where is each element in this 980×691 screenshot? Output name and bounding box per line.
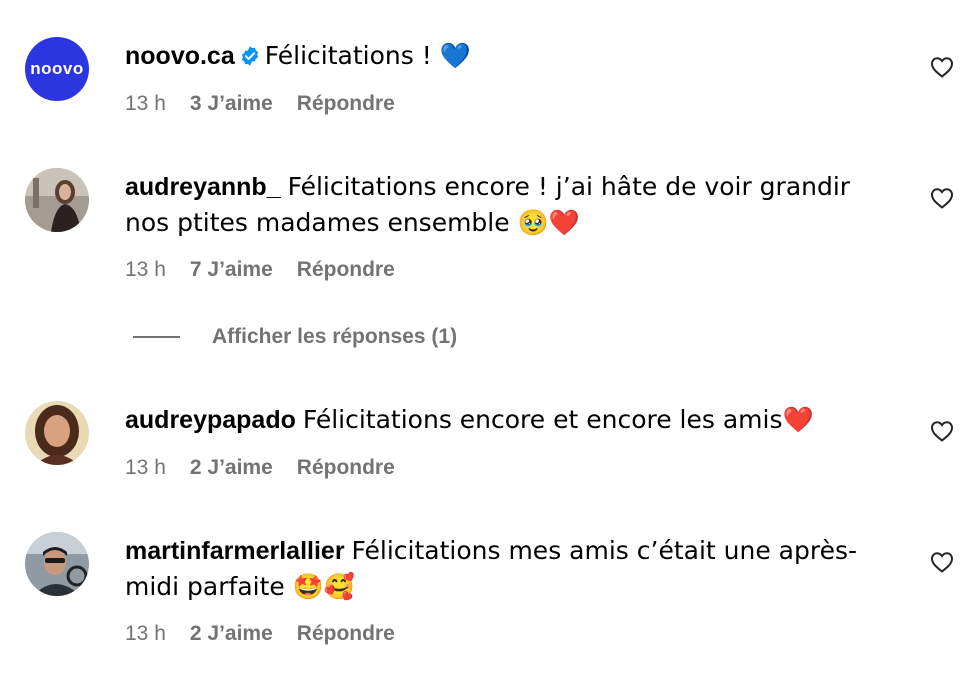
comment-body: audreypapado Félicitations encore et enc… (125, 402, 885, 438)
comment-meta: 13 h 2 J’aime Répondre (125, 456, 395, 480)
comment-time[interactable]: 13 h (125, 622, 166, 646)
reply-button[interactable]: Répondre (297, 258, 395, 282)
comment-text: Félicitations ! 💙 (264, 41, 471, 70)
reply-button[interactable]: Répondre (297, 456, 395, 480)
comment-likes[interactable]: 3 J’aime (190, 92, 273, 116)
comment-time[interactable]: 13 h (125, 92, 166, 116)
comment-body: audreyannb_ Félicitations encore ! j’ai … (125, 169, 885, 241)
comment-username[interactable]: audreypapado (125, 406, 296, 434)
comment-meta: 13 h 3 J’aime Répondre (125, 92, 395, 116)
comment-meta: 13 h 7 J’aime Répondre (125, 258, 395, 282)
heart-outline-icon[interactable] (930, 56, 956, 80)
comment-time[interactable]: 13 h (125, 258, 166, 282)
reply-button[interactable]: Répondre (297, 92, 395, 116)
comment-likes[interactable]: 7 J’aime (190, 258, 273, 282)
heart-outline-icon[interactable] (930, 420, 956, 444)
comment-likes[interactable]: 2 J’aime (190, 622, 273, 646)
heart-outline-icon[interactable] (930, 551, 956, 575)
comment-meta: 13 h 2 J’aime Répondre (125, 622, 395, 646)
comment-body: martinfarmerlallier Félicitations mes am… (125, 533, 885, 605)
avatar[interactable]: noovo (25, 37, 89, 101)
comment-body: noovo.ca Félicitations ! 💙 (125, 38, 885, 77)
comment-time[interactable]: 13 h (125, 456, 166, 480)
avatar[interactable] (25, 401, 89, 465)
verified-badge-icon (239, 41, 261, 77)
comment-username[interactable]: audreyannb_ (125, 173, 281, 201)
comment-likes[interactable]: 2 J’aime (190, 456, 273, 480)
comment-username[interactable]: noovo.ca (125, 42, 235, 70)
avatar[interactable] (25, 532, 89, 596)
avatar-logo-text: noovo (30, 59, 84, 78)
reply-button[interactable]: Répondre (297, 622, 395, 646)
replies-divider (133, 336, 180, 338)
comment-text: Félicitations encore et encore les amis❤… (302, 405, 814, 434)
view-replies-label: Afficher les réponses (1) (212, 325, 458, 348)
heart-outline-icon[interactable] (930, 187, 956, 211)
avatar[interactable] (25, 168, 89, 232)
comment-username[interactable]: martinfarmerlallier (125, 537, 345, 565)
view-replies-button[interactable]: Afficher les réponses (1) (133, 325, 457, 349)
